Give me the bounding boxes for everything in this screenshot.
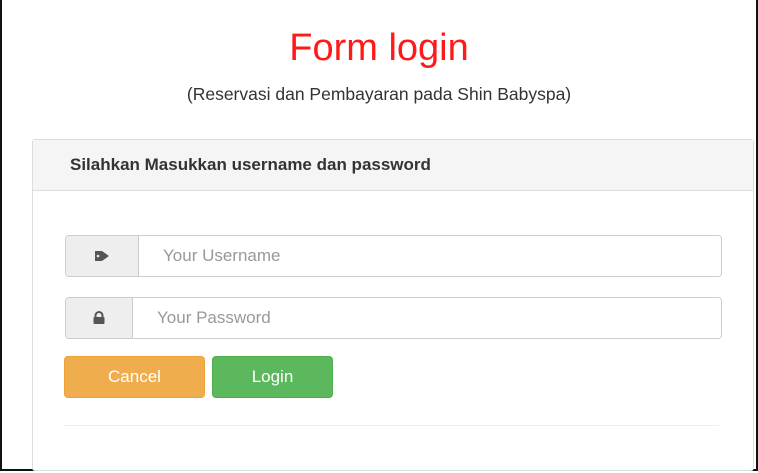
window-frame: Form login (Reservasi dan Pembayaran pad… — [0, 0, 758, 471]
login-panel: Silahkan Masukkan username dan password … — [32, 139, 754, 471]
password-input[interactable] — [133, 298, 721, 338]
form-divider — [64, 425, 719, 426]
tag-icon — [66, 236, 139, 276]
cancel-button[interactable]: Cancel — [64, 356, 205, 398]
lock-icon — [66, 298, 133, 338]
username-input[interactable] — [139, 236, 721, 276]
password-input-group — [65, 297, 722, 339]
login-button[interactable]: Login — [212, 356, 333, 398]
page-subtitle: (Reservasi dan Pembayaran pada Shin Baby… — [186, 84, 572, 104]
username-input-group — [65, 235, 722, 277]
panel-heading: Silahkan Masukkan username dan password — [33, 140, 753, 191]
page-title: Form login — [289, 27, 469, 69]
